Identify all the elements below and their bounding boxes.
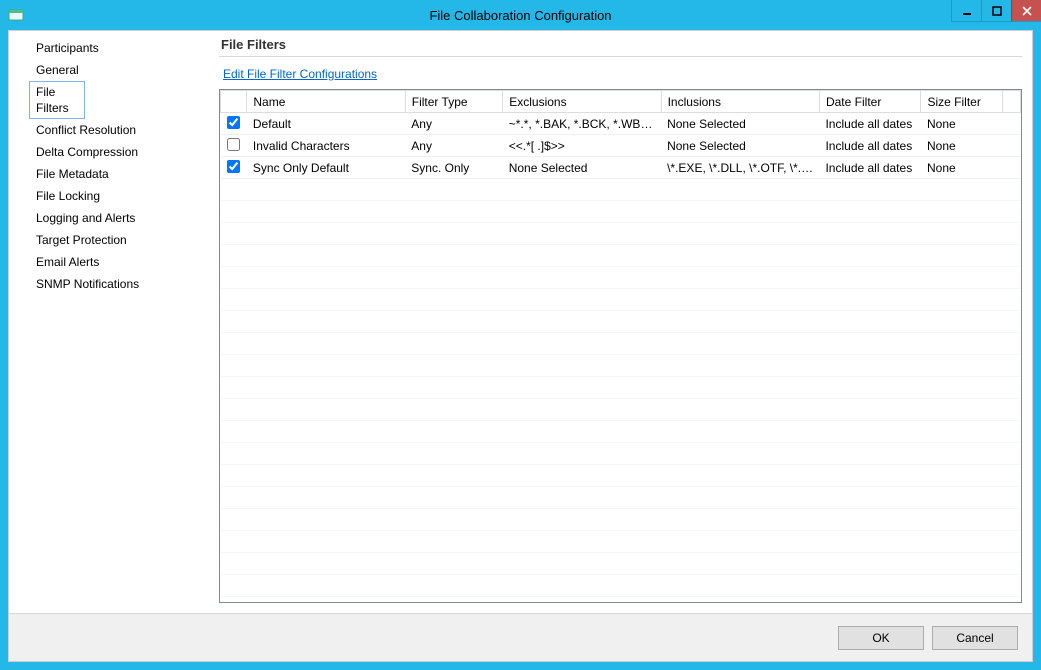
cell-exclusions: None Selected <box>503 157 661 179</box>
window: File Collaboration Configuration Partici… <box>0 0 1041 670</box>
close-button[interactable] <box>1011 0 1041 22</box>
table-header-row: Name Filter Type Exclusions Inclusions D… <box>221 91 1021 113</box>
divider <box>219 56 1022 57</box>
sidebar-item-logging-alerts[interactable]: Logging and Alerts <box>13 207 205 229</box>
footer: OK Cancel <box>9 613 1032 661</box>
table-row[interactable]: Invalid CharactersAny<<.*[ .]$>>None Sel… <box>221 135 1021 157</box>
empty-row <box>221 289 1021 311</box>
empty-row <box>221 355 1021 377</box>
edit-file-filter-configurations-link[interactable]: Edit File Filter Configurations <box>219 67 1022 81</box>
empty-row <box>221 377 1021 399</box>
empty-row <box>221 509 1021 531</box>
table-row[interactable]: DefaultAny~*.*, *.BAK, *.BCK, *.WBK, ...… <box>221 113 1021 135</box>
sidebar-item-email-alerts[interactable]: Email Alerts <box>13 251 205 273</box>
empty-row <box>221 311 1021 333</box>
cell-spacer <box>1002 135 1020 157</box>
column-filter-type[interactable]: Filter Type <box>405 91 502 113</box>
sidebar-item-snmp-notifications[interactable]: SNMP Notifications <box>13 273 205 295</box>
sidebar-item-label: File Filters <box>36 85 69 115</box>
cell-filter-type: Any <box>405 113 502 135</box>
empty-row <box>221 421 1021 443</box>
row-checkbox-cell <box>221 157 247 179</box>
empty-row <box>221 443 1021 465</box>
sidebar-item-label: File Locking <box>36 189 100 203</box>
cell-name: Default <box>247 113 405 135</box>
sidebar-item-file-metadata[interactable]: File Metadata <box>13 163 205 185</box>
cell-size-filter: None <box>921 113 1002 135</box>
maximize-button[interactable] <box>981 0 1011 22</box>
cell-filter-type: Sync. Only <box>405 157 502 179</box>
window-controls <box>951 0 1041 22</box>
cell-size-filter: None <box>921 157 1002 179</box>
column-scroll-spacer <box>1002 91 1020 113</box>
empty-row <box>221 597 1021 604</box>
column-inclusions[interactable]: Inclusions <box>661 91 819 113</box>
cell-date-filter: Include all dates <box>819 113 921 135</box>
cell-size-filter: None <box>921 135 1002 157</box>
cell-inclusions: \*.EXE, \*.DLL, \*.OTF, \*.T... <box>661 157 819 179</box>
page-title: File Filters <box>219 37 1022 56</box>
sidebar-item-label: Delta Compression <box>36 145 138 159</box>
sidebar-item-label: SNMP Notifications <box>36 277 139 291</box>
sidebar-item-label: Email Alerts <box>36 255 99 269</box>
sidebar-item-delta-compression[interactable]: Delta Compression <box>13 141 205 163</box>
row-checkbox[interactable] <box>227 116 240 129</box>
client-area: Participants General File Filters Confli… <box>8 30 1033 662</box>
table-row[interactable]: Sync Only DefaultSync. OnlyNone Selected… <box>221 157 1021 179</box>
sidebar-item-file-locking[interactable]: File Locking <box>13 185 205 207</box>
cell-exclusions: <<.*[ .]$>> <box>503 135 661 157</box>
titlebar: File Collaboration Configuration <box>0 0 1041 30</box>
sidebar-item-label: Participants <box>36 41 99 55</box>
sidebar-item-target-protection[interactable]: Target Protection <box>13 229 205 251</box>
filter-table: Name Filter Type Exclusions Inclusions D… <box>219 89 1022 603</box>
empty-row <box>221 531 1021 553</box>
empty-row <box>221 201 1021 223</box>
cell-name: Sync Only Default <box>247 157 405 179</box>
cell-exclusions: ~*.*, *.BAK, *.BCK, *.WBK, ... <box>503 113 661 135</box>
column-exclusions[interactable]: Exclusions <box>503 91 661 113</box>
empty-row <box>221 487 1021 509</box>
cancel-button[interactable]: Cancel <box>932 626 1018 650</box>
sidebar-item-label: Target Protection <box>36 233 127 247</box>
empty-row <box>221 465 1021 487</box>
column-name[interactable]: Name <box>247 91 405 113</box>
cell-date-filter: Include all dates <box>819 135 921 157</box>
sidebar-item-general[interactable]: General <box>13 59 205 81</box>
cell-spacer <box>1002 113 1020 135</box>
row-checkbox[interactable] <box>227 160 240 173</box>
main-panel: File Filters Edit File Filter Configurat… <box>209 31 1032 613</box>
column-size-filter[interactable]: Size Filter <box>921 91 1002 113</box>
ok-button[interactable]: OK <box>838 626 924 650</box>
cell-date-filter: Include all dates <box>819 157 921 179</box>
cell-spacer <box>1002 157 1020 179</box>
row-checkbox-cell <box>221 113 247 135</box>
empty-row <box>221 333 1021 355</box>
window-title: File Collaboration Configuration <box>0 8 1041 23</box>
empty-row <box>221 245 1021 267</box>
column-checkbox[interactable] <box>221 91 247 113</box>
row-checkbox-cell <box>221 135 247 157</box>
sidebar-item-label: Conflict Resolution <box>36 123 136 137</box>
empty-row <box>221 575 1021 597</box>
empty-row <box>221 223 1021 245</box>
cell-inclusions: None Selected <box>661 113 819 135</box>
empty-row <box>221 553 1021 575</box>
sidebar-item-label: General <box>36 63 79 77</box>
column-date-filter[interactable]: Date Filter <box>819 91 921 113</box>
row-checkbox[interactable] <box>227 138 240 151</box>
sidebar-item-conflict-resolution[interactable]: Conflict Resolution <box>13 119 205 141</box>
empty-row <box>221 267 1021 289</box>
empty-row <box>221 399 1021 421</box>
cell-inclusions: None Selected <box>661 135 819 157</box>
empty-row <box>221 179 1021 201</box>
cell-filter-type: Any <box>405 135 502 157</box>
sidebar-item-file-filters[interactable]: File Filters <box>29 81 85 119</box>
sidebar-item-label: File Metadata <box>36 167 109 181</box>
sidebar: Participants General File Filters Confli… <box>9 31 209 613</box>
cell-name: Invalid Characters <box>247 135 405 157</box>
app-icon <box>8 7 24 23</box>
sidebar-item-label: Logging and Alerts <box>36 211 135 225</box>
minimize-button[interactable] <box>951 0 981 22</box>
sidebar-item-participants[interactable]: Participants <box>13 37 205 59</box>
